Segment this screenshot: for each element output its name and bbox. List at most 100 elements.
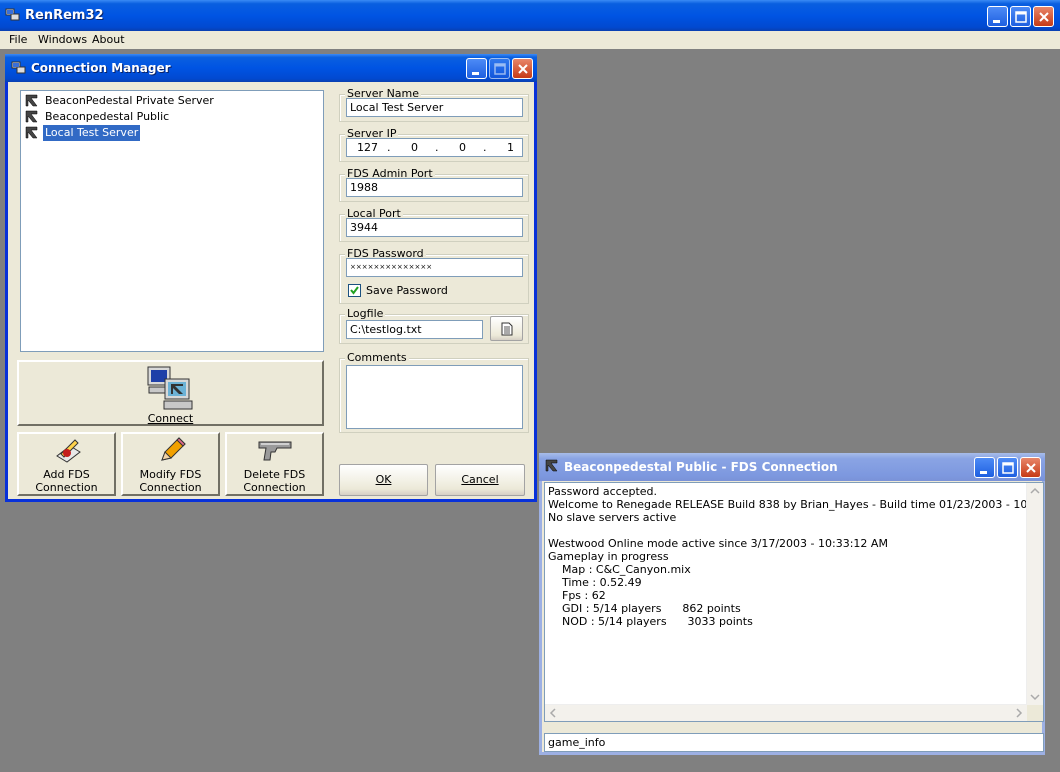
document-icon xyxy=(501,322,513,336)
scroll-right-icon[interactable] xyxy=(1015,708,1023,718)
vertical-scrollbar[interactable] xyxy=(1026,483,1043,705)
maximize-icon xyxy=(1002,462,1014,474)
app-icon xyxy=(5,8,21,22)
app-icon xyxy=(11,61,27,75)
close-icon xyxy=(1039,12,1049,22)
connection-manager-window: Connection Manager BeaconPedestal Privat… xyxy=(5,54,537,502)
add-icon xyxy=(56,439,81,463)
connect-label: Connect xyxy=(147,412,194,425)
scroll-left-icon[interactable] xyxy=(549,708,557,718)
maximize-icon xyxy=(1015,11,1027,23)
menu-bar: File Windows About xyxy=(0,31,1060,49)
fds-window-titlebar[interactable]: Beaconpedestal Public - FDS Connection xyxy=(539,453,1045,481)
fds-connection-window: Beaconpedestal Public - FDS Connection P… xyxy=(539,453,1045,755)
log-line: Fps : 62 xyxy=(548,589,606,602)
renegade-icon xyxy=(545,459,558,472)
server-log[interactable]: Password accepted. Welcome to Renegade R… xyxy=(544,482,1044,722)
horizontal-scrollbar[interactable] xyxy=(545,704,1027,721)
connection-manager-title: Connection Manager xyxy=(31,61,171,75)
minimize-button[interactable] xyxy=(466,58,487,79)
computers-icon xyxy=(147,366,193,410)
add-label-line2: Connection xyxy=(35,481,98,494)
add-label-line1: Add FDS xyxy=(43,468,90,481)
ip-dot: . xyxy=(387,141,391,154)
delete-label-line1: Delete FDS xyxy=(243,468,306,481)
ip-octet[interactable]: 0 xyxy=(411,139,418,156)
ok-button[interactable]: OK xyxy=(339,464,428,496)
log-line: Time : 0.52.49 xyxy=(548,576,642,589)
password-group: FDS Password ×××××××××××××× Save Passwor… xyxy=(339,248,529,304)
server-ip-input[interactable]: 127 . 0 . 0 . 1 xyxy=(346,138,523,157)
menu-about[interactable]: About xyxy=(92,33,125,46)
local-port-input[interactable]: 3944 xyxy=(346,218,523,237)
server-label: BeaconPedestal Private Server xyxy=(45,94,214,107)
connect-button[interactable]: Connect xyxy=(17,360,324,426)
comments-textarea[interactable] xyxy=(346,365,523,429)
app-title: RenRem32 xyxy=(25,8,104,23)
pencil-icon xyxy=(161,437,186,461)
modify-label-line2: Connection xyxy=(139,481,202,494)
menu-windows[interactable]: Windows xyxy=(38,33,87,46)
log-line: Westwood Online mode active since 3/17/2… xyxy=(548,537,888,550)
admin-port-group: FDS Admin Port 1988 xyxy=(339,168,529,202)
ip-dot: . xyxy=(483,141,487,154)
renegade-icon xyxy=(25,94,38,107)
renegade-icon xyxy=(25,110,38,123)
close-button[interactable] xyxy=(1033,6,1054,27)
command-input[interactable]: game_info xyxy=(544,733,1044,752)
log-line: Welcome to Renegade RELEASE Build 838 by… xyxy=(548,498,1044,511)
minimize-button[interactable] xyxy=(974,457,995,478)
log-line: Password accepted. xyxy=(548,485,658,498)
password-input[interactable]: ×××××××××××××× xyxy=(346,258,523,277)
scroll-down-icon[interactable] xyxy=(1030,693,1040,701)
comments-group: Comments xyxy=(339,352,529,433)
ip-dot: . xyxy=(435,141,439,154)
log-line: No slave servers active xyxy=(548,511,677,524)
connection-manager-titlebar[interactable]: Connection Manager xyxy=(5,54,537,82)
delete-fds-connection-button[interactable]: Delete FDS Connection xyxy=(225,432,324,496)
server-label: Local Test Server xyxy=(41,124,142,142)
maximize-button[interactable] xyxy=(997,457,1018,478)
save-password-label: Save Password xyxy=(366,284,448,297)
logfile-input[interactable]: C:\testlog.txt xyxy=(346,320,483,339)
maximize-button[interactable] xyxy=(1010,6,1031,27)
ip-octet[interactable]: 0 xyxy=(459,139,466,156)
maximize-button[interactable] xyxy=(489,58,510,79)
cancel-button[interactable]: Cancel xyxy=(435,464,525,496)
pistol-icon xyxy=(258,441,292,461)
modify-label-line1: Modify FDS xyxy=(139,468,202,481)
browse-logfile-button[interactable] xyxy=(490,316,523,341)
server-label: Beaconpedestal Public xyxy=(45,110,170,123)
ip-octet[interactable]: 1 xyxy=(507,139,514,156)
ip-octet[interactable]: 127 xyxy=(357,139,378,156)
admin-port-input[interactable]: 1988 xyxy=(346,178,523,197)
log-line: Map : C&C_Canyon.mix xyxy=(548,563,691,576)
local-port-group: Local Port 3944 xyxy=(339,208,529,242)
server-name-group: Server Name Local Test Server xyxy=(339,88,529,122)
minimize-button[interactable] xyxy=(987,6,1008,27)
logfile-group: Logfile C:\testlog.txt xyxy=(339,308,529,344)
comments-label: Comments xyxy=(345,351,409,364)
save-password-checkbox[interactable] xyxy=(348,284,361,297)
modify-fds-connection-button[interactable]: Modify FDS Connection xyxy=(121,432,220,496)
server-ip-group: Server IP 127 . 0 . 0 . 1 xyxy=(339,128,529,162)
add-fds-connection-button[interactable]: Add FDS Connection xyxy=(17,432,116,496)
renegade-icon xyxy=(25,126,38,139)
logfile-label: Logfile xyxy=(345,307,386,320)
close-icon xyxy=(518,64,528,74)
scroll-up-icon[interactable] xyxy=(1030,487,1040,495)
app-titlebar[interactable]: RenRem32 xyxy=(0,0,1060,31)
log-line: GDI : 5/14 players 862 points xyxy=(548,602,741,615)
server-list[interactable]: BeaconPedestal Private Server Beaconpede… xyxy=(20,90,324,352)
menu-file[interactable]: File xyxy=(9,33,27,46)
log-line: Gameplay in progress xyxy=(548,550,669,563)
close-button[interactable] xyxy=(1020,457,1041,478)
delete-label-line2: Connection xyxy=(243,481,306,494)
minimize-icon xyxy=(993,20,1000,23)
close-button[interactable] xyxy=(512,58,533,79)
server-name-input[interactable]: Local Test Server xyxy=(346,98,523,117)
log-lines: Password accepted. Welcome to Renegade R… xyxy=(548,485,1044,628)
cancel-label: Cancel xyxy=(461,473,499,486)
log-line: NOD : 5/14 players 3033 points xyxy=(548,615,753,628)
minimize-icon xyxy=(980,471,987,474)
